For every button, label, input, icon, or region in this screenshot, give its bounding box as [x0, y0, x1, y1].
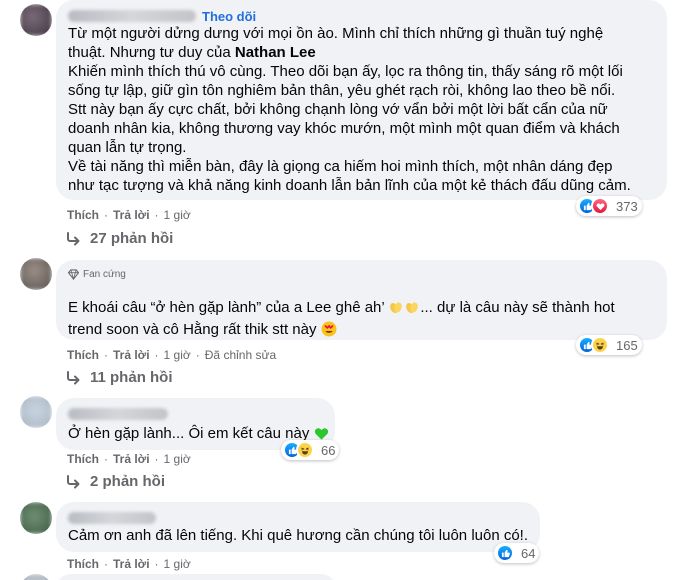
separator: ·	[104, 348, 108, 362]
edited-label[interactable]: Đã chỉnh sửa	[205, 348, 276, 362]
author-row: Theo dõi	[68, 8, 256, 24]
author-row	[68, 406, 168, 422]
avatar[interactable]	[20, 574, 52, 580]
author-row	[68, 510, 156, 526]
haha-icon	[591, 336, 609, 354]
badge-label: Fan cứng	[83, 268, 126, 280]
reply-button[interactable]: Trả lời	[113, 208, 150, 222]
mention-link[interactable]: Nathan Lee	[235, 44, 316, 61]
clapping-hands-icon	[404, 299, 420, 320]
reaction-summary[interactable]: 64	[494, 543, 540, 563]
reply-arrow-icon	[67, 231, 80, 245]
avatar[interactable]	[20, 502, 52, 534]
comment-text-part1: E khoái câu “ở hèn gặp lành” của a Lee g…	[68, 299, 389, 316]
heart-eyes-icon	[321, 321, 337, 342]
timestamp[interactable]: 1 giờ	[164, 348, 191, 362]
author-name[interactable]	[68, 408, 168, 420]
comment-text-content: Cảm ơn anh đã lên tiếng. Khi quê hương c…	[68, 527, 529, 544]
separator: ·	[154, 208, 159, 222]
comment-actions: Thích · Trả lời · 1 giờ	[67, 452, 191, 466]
separator: ·	[104, 208, 108, 222]
love-icon	[591, 197, 609, 215]
reaction-count: 66	[321, 442, 336, 458]
comment-text: Từ một người dửng dưng với mọi ồn ào. Mì…	[68, 24, 631, 195]
author-name[interactable]	[68, 512, 156, 524]
comment-4: Cảm ơn anh đã lên tiếng. Khi quê hương c…	[0, 502, 682, 572]
avatar[interactable]	[20, 396, 52, 428]
separator: ·	[154, 452, 159, 466]
replies-count-label: 27 phản hồi	[90, 230, 174, 247]
timestamp[interactable]: 1 giờ	[164, 557, 191, 571]
clapping-hands-icon	[388, 299, 404, 320]
comment-actions: Thích · Trả lời · 1 giờ	[67, 557, 191, 571]
like-button[interactable]: Thích	[67, 348, 99, 362]
comment-3: Ở hèn gặp lành... Ôi em kết câu này 66 T…	[0, 396, 682, 496]
avatar[interactable]	[20, 4, 52, 36]
reaction-count: 64	[521, 545, 536, 561]
comment-5-partial	[0, 574, 682, 580]
reply-button[interactable]: Trả lời	[113, 452, 150, 466]
fan-badge[interactable]: Fan cứng	[68, 269, 126, 280]
view-replies-button[interactable]: 27 phản hồi	[66, 230, 173, 247]
comment-actions: Thích · Trả lời · 1 giờ · Đã chỉnh sửa	[67, 348, 276, 362]
separator: ·	[104, 452, 108, 466]
comment-text-part1: Từ một người dửng dưng với mọi ồn ào. Mì…	[68, 25, 604, 61]
reply-button[interactable]: Trả lời	[113, 557, 150, 571]
reaction-summary[interactable]: 165	[576, 335, 642, 355]
view-replies-button[interactable]: 2 phản hồi	[66, 473, 165, 490]
timestamp[interactable]: 1 giờ	[164, 208, 191, 222]
comment-2: Fan cứng E khoái câu “ở hèn gặp lành” củ…	[0, 258, 682, 388]
replies-count-label: 11 phản hồi	[90, 369, 173, 386]
separator: ·	[154, 557, 159, 571]
reaction-count: 165	[616, 337, 638, 353]
view-replies-button[interactable]: 11 phản hồi	[66, 369, 173, 386]
comment-bubble: Theo dõi Từ một người dửng dưng với mọi …	[56, 0, 667, 200]
avatar[interactable]	[20, 258, 52, 290]
like-button[interactable]: Thích	[67, 557, 99, 571]
comment-text-content: Ở hèn gặp lành... Ôi em kết câu này	[68, 425, 314, 442]
like-button[interactable]: Thích	[67, 452, 99, 466]
comment-text: E khoái câu “ở hèn gặp lành” của a Lee g…	[68, 298, 615, 342]
follow-link[interactable]: Theo dõi	[202, 9, 256, 24]
separator: ·	[154, 348, 159, 362]
reply-button[interactable]: Trả lời	[113, 348, 150, 362]
replies-count-label: 2 phản hồi	[90, 473, 165, 490]
comment-text-part2: Khiến mình thích thú vô cùng. Theo dõi b…	[68, 63, 631, 194]
haha-icon	[296, 441, 314, 459]
comment-actions: Thích · Trả lời · 1 giờ	[67, 208, 191, 222]
comment-bubble: Fan cứng E khoái câu “ở hèn gặp lành” củ…	[56, 260, 667, 340]
timestamp[interactable]: 1 giờ	[164, 452, 191, 466]
comment-text: Cảm ơn anh đã lên tiếng. Khi quê hương c…	[68, 526, 528, 545]
author-row: Fan cứng	[68, 266, 126, 282]
separator: ·	[195, 348, 200, 362]
reply-arrow-icon	[67, 474, 80, 488]
author-name[interactable]	[68, 10, 196, 22]
reply-arrow-icon	[67, 370, 80, 384]
comment-bubble	[56, 574, 336, 580]
comment-bubble: Cảm ơn anh đã lên tiếng. Khi quê hương c…	[56, 502, 540, 552]
separator: ·	[104, 557, 108, 571]
like-icon	[496, 544, 514, 562]
reaction-summary[interactable]: 66	[281, 440, 340, 460]
comment-1: Theo dõi Từ một người dửng dưng với mọi …	[0, 0, 682, 250]
like-button[interactable]: Thích	[67, 208, 99, 222]
reaction-count: 373	[616, 198, 638, 214]
reaction-summary[interactable]: 373	[576, 196, 642, 216]
diamond-icon	[68, 268, 79, 280]
